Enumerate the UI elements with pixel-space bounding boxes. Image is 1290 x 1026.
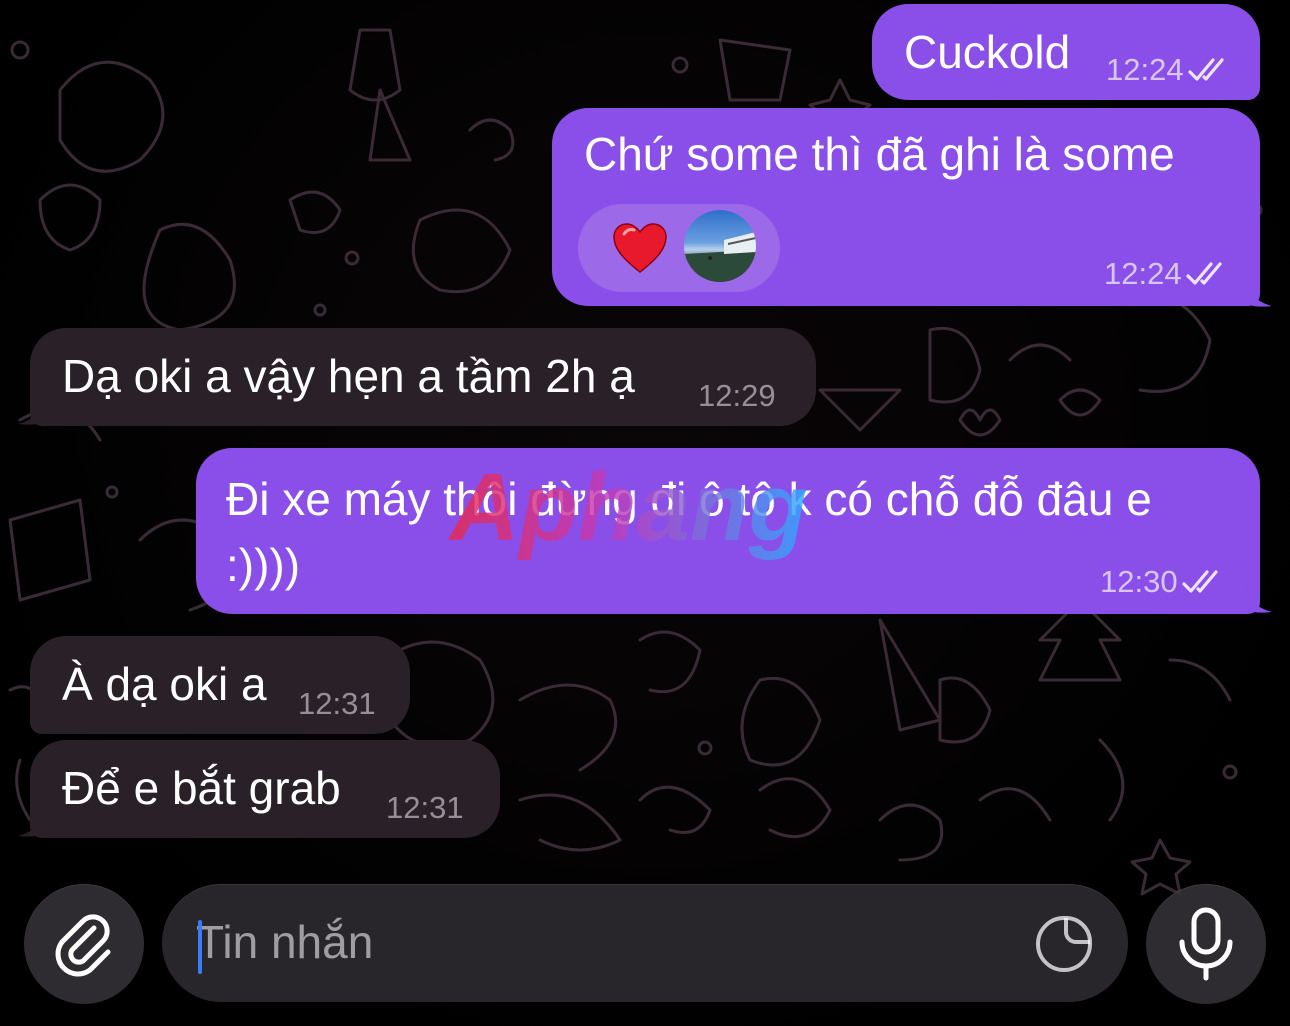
message-bubble-incoming[interactable]: Dạ oki a vậy hẹn a tầm 2h ạ 12:29 — [18, 328, 816, 426]
double-check-icon — [1187, 58, 1224, 81]
chat-screen: Cuckold 12:24 Chứ some thì đã ghi là som… — [0, 0, 1290, 1026]
message-bubble-outgoing[interactable]: Cuckold 12:24 — [872, 4, 1260, 100]
reactions-bar[interactable] — [578, 204, 780, 292]
paperclip-icon — [55, 914, 111, 977]
double-check-icon — [1185, 262, 1222, 285]
message-bubble-outgoing[interactable]: Chứ some thì đã ghi là some 12:24 — [552, 108, 1272, 307]
attach-button[interactable] — [24, 884, 144, 1004]
message-time: 12:24 — [1106, 48, 1232, 91]
microphone-icon — [1179, 907, 1233, 981]
message-time: 12:31 — [386, 790, 464, 825]
heart-emoji-icon[interactable] — [612, 222, 668, 274]
message-text: Chứ some thì đã ghi là some — [584, 128, 1175, 180]
bubble-tail — [1246, 584, 1272, 613]
message-bubble-outgoing[interactable]: Đi xe máy thôi đừng đi ô tô k có chỗ đỗ … — [196, 448, 1272, 614]
bubble-tail — [1246, 278, 1272, 307]
sticker-icon[interactable] — [1034, 914, 1094, 974]
message-time: 12:30 — [1100, 560, 1226, 603]
message-text: Cuckold — [904, 26, 1071, 78]
message-bubble-incoming[interactable]: Để e bắt grab 12:31 — [18, 740, 500, 838]
avatar-photo — [684, 232, 756, 282]
composer-bar — [0, 862, 1290, 1026]
message-input[interactable] — [196, 906, 1016, 978]
message-time: 12:31 — [298, 686, 376, 721]
text-cursor — [198, 920, 202, 974]
message-text: À dạ oki a — [62, 658, 267, 710]
message-text: Dạ oki a vậy hẹn a tầm 2h ạ — [62, 350, 635, 402]
message-text: Để e bắt grab — [62, 762, 341, 814]
message-time: 12:29 — [698, 378, 776, 413]
message-input-field[interactable] — [162, 884, 1128, 1002]
double-check-icon — [1181, 570, 1218, 593]
message-time: 12:24 — [1104, 252, 1230, 295]
bubble-tail — [18, 396, 44, 425]
bubble-tail — [18, 808, 44, 837]
reactor-avatar[interactable] — [684, 210, 756, 282]
message-text: Đi xe máy thôi đừng đi ô tô k có chỗ đỗ … — [226, 473, 1152, 591]
voice-message-button[interactable] — [1146, 884, 1266, 1004]
message-bubble-incoming[interactable]: À dạ oki a 12:31 — [30, 636, 410, 734]
